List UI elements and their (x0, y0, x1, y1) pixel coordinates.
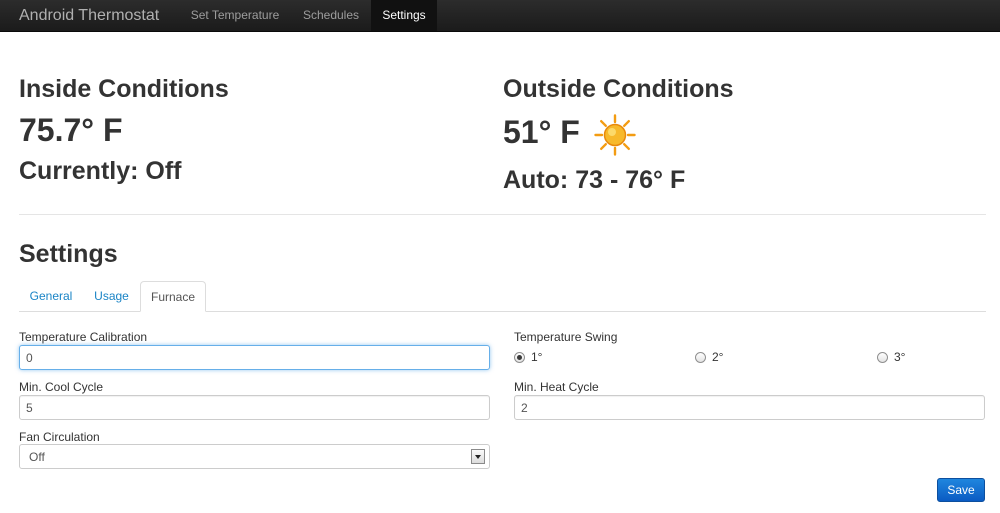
sun-icon (594, 114, 636, 156)
inside-temperature: 75.7° F (19, 112, 123, 148)
tab-general[interactable]: General (19, 281, 83, 312)
inside-conditions-title: Inside Conditions (19, 75, 229, 103)
min-cool-cycle-input[interactable] (19, 395, 490, 420)
auto-range: Auto: 73 - 76° F (503, 166, 686, 194)
swing-radio-3-label: 3° (894, 350, 906, 364)
current-status: Currently: Off (19, 157, 182, 185)
temperature-swing-label: Temperature Swing (514, 330, 618, 344)
nav-settings[interactable]: Settings (371, 0, 437, 31)
top-navbar: Android Thermostat Set Temperature Sched… (0, 0, 1000, 32)
swing-radio-2-label: 2° (712, 350, 724, 364)
swing-radio-1[interactable] (514, 352, 525, 363)
nav-set-temperature[interactable]: Set Temperature (179, 0, 291, 31)
swing-radio-1-label: 1° (531, 350, 543, 364)
swing-radio-2[interactable] (695, 352, 706, 363)
nav-schedules[interactable]: Schedules (292, 0, 370, 31)
tab-furnace[interactable]: Furnace (140, 281, 206, 312)
fan-circulation-label: Fan Circulation (19, 430, 100, 444)
outside-temperature: 51° F (503, 114, 580, 150)
fan-circulation-select[interactable]: Off (19, 444, 490, 469)
fan-circulation-value: Off (29, 450, 45, 464)
settings-title: Settings (19, 240, 118, 268)
min-heat-cycle-input[interactable] (514, 395, 985, 420)
section-divider (19, 214, 986, 215)
outside-conditions-title: Outside Conditions (503, 75, 734, 103)
min-cool-cycle-label: Min. Cool Cycle (19, 380, 104, 394)
tab-usage[interactable]: Usage (84, 281, 139, 312)
temperature-calibration-input[interactable] (19, 345, 490, 370)
chevron-down-icon[interactable] (471, 449, 485, 464)
brand-title[interactable]: Android Thermostat (19, 0, 159, 31)
temperature-calibration-label: Temperature Calibration (19, 330, 148, 344)
save-button[interactable]: Save (937, 478, 985, 502)
min-heat-cycle-label: Min. Heat Cycle (514, 380, 599, 394)
swing-radio-3[interactable] (877, 352, 888, 363)
